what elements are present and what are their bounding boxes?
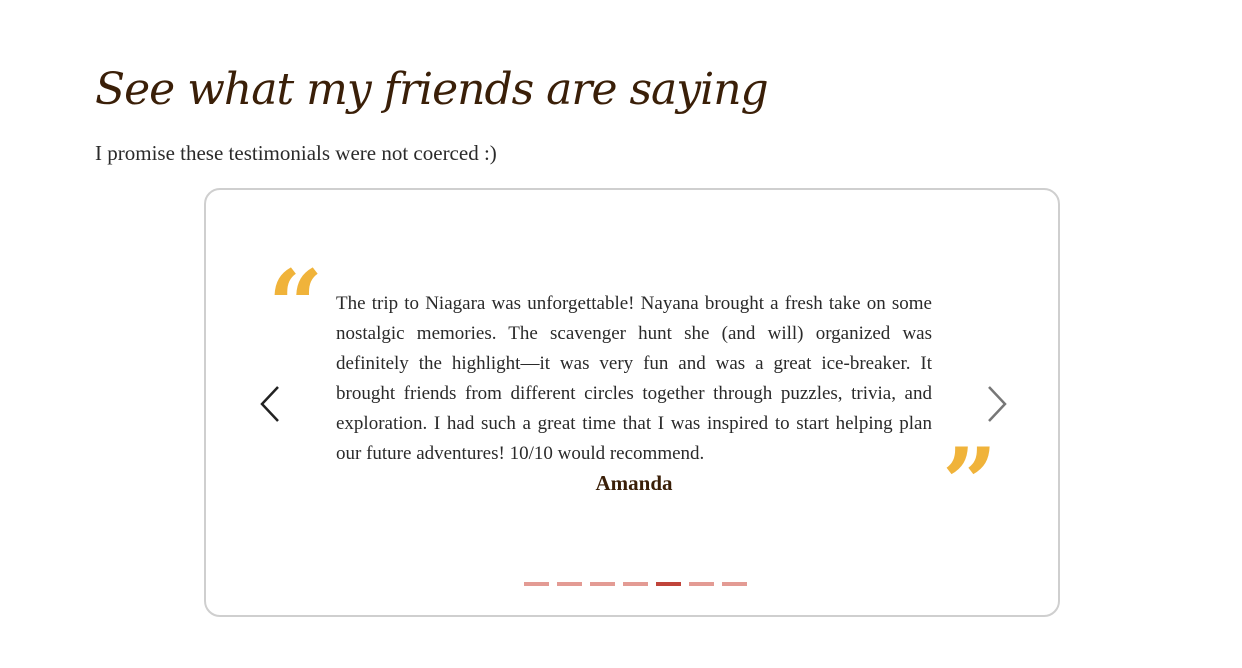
section-title: See what my friends are saying <box>95 64 769 115</box>
chevron-left-icon <box>260 386 279 422</box>
carousel-next-button[interactable] <box>977 382 1017 426</box>
testimonials-page: See what my friends are saying I promise… <box>0 0 1242 668</box>
carousel-indicator[interactable] <box>557 582 582 586</box>
carousel-indicator[interactable] <box>623 582 648 586</box>
carousel-indicator[interactable] <box>656 582 681 586</box>
carousel-indicators <box>524 582 747 586</box>
carousel-prev-button[interactable] <box>250 382 290 426</box>
testimonial-quote: The trip to Niagara was unforgettable! N… <box>336 293 932 464</box>
carousel-indicator[interactable] <box>590 582 615 586</box>
testimonial-author: Amanda <box>595 471 673 495</box>
carousel-indicator[interactable] <box>524 582 549 586</box>
carousel-indicator[interactable] <box>689 582 714 586</box>
chevron-right-icon <box>988 386 1007 422</box>
section-subtitle: I promise these testimonials were not co… <box>95 141 497 165</box>
close-quote-icon: ” <box>942 427 998 540</box>
carousel-indicator[interactable] <box>722 582 747 586</box>
open-quote-icon: “ <box>268 249 324 362</box>
